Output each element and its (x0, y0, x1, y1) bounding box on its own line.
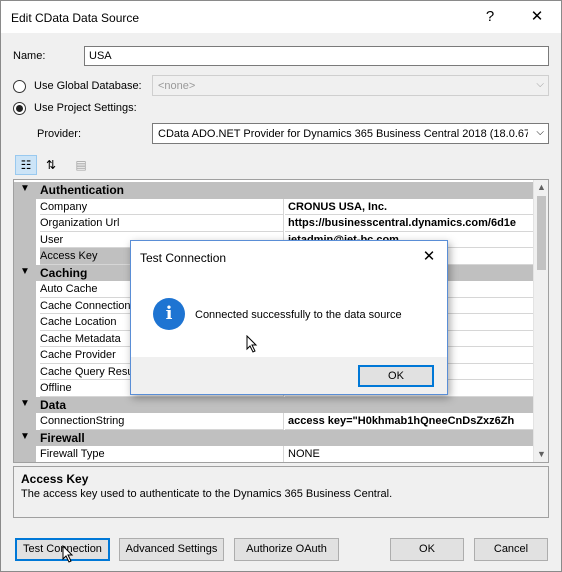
row-gutter (14, 248, 36, 265)
test-connection-dialog: Test Connection ✕ i Connected successful… (130, 240, 448, 395)
global-database-radio[interactable] (13, 80, 26, 93)
scroll-up-icon[interactable]: ▲ (534, 180, 548, 195)
categorized-view-icon[interactable]: ☷ (15, 155, 37, 175)
row-gutter (14, 446, 36, 462)
grid-category-row[interactable]: ▼ Data (14, 396, 534, 413)
collapse-toggle-icon[interactable]: ▼ (20, 398, 30, 409)
collapse-toggle-icon[interactable]: ▼ (20, 183, 30, 194)
authorize-oauth-button[interactable]: Authorize OAuth (234, 538, 339, 561)
grid-category-row[interactable]: ▼ Firewall (14, 429, 534, 446)
global-database-select: <none> ⌵ (152, 75, 549, 96)
property-value[interactable]: https://businesscentral.dynamics.com/6d1… (285, 215, 535, 232)
name-input[interactable]: USA (84, 46, 549, 66)
category-name: Data (40, 397, 67, 412)
close-icon[interactable]: ✕ (519, 5, 555, 29)
property-name[interactable]: Company (40, 198, 284, 215)
info-icon: i (153, 298, 185, 330)
grid-property-row[interactable]: ConnectionString access key="H0khmab1hQne… (14, 413, 535, 430)
grid-property-row[interactable]: Organization Url https://businesscentral.… (14, 215, 535, 232)
close-icon[interactable]: ✕ (417, 246, 441, 268)
description-title: Access Key (21, 472, 89, 486)
cancel-button[interactable]: Cancel (474, 538, 548, 561)
row-gutter (14, 281, 36, 298)
modal-ok-button[interactable]: OK (358, 365, 434, 387)
row-gutter (14, 198, 36, 215)
property-name[interactable]: ConnectionString (40, 413, 284, 430)
modal-message: Connected successfully to the data sourc… (195, 309, 402, 321)
property-description-panel: Access Key The access key used to authen… (13, 466, 549, 518)
mouse-pointer-icon (62, 545, 74, 563)
property-value[interactable]: CRONUS USA, Inc. (285, 199, 535, 215)
mouse-pointer-icon (246, 335, 258, 353)
advanced-settings-button[interactable]: Advanced Settings (119, 538, 224, 561)
row-gutter (14, 363, 36, 380)
alphabetical-sort-icon[interactable]: ⇅ (40, 155, 62, 175)
description-text: The access key used to authenticate to t… (21, 488, 393, 500)
collapse-toggle-icon[interactable]: ▼ (20, 266, 30, 277)
global-database-value: <none> (158, 80, 196, 92)
row-gutter (14, 314, 36, 331)
chevron-down-icon: ⌵ (536, 127, 544, 138)
row-gutter (14, 347, 36, 364)
property-grid-scrollbar[interactable]: ▲ ▼ (533, 180, 548, 462)
help-icon[interactable]: ? (472, 5, 508, 29)
row-gutter (14, 330, 36, 347)
property-name[interactable]: Firewall Type (40, 446, 284, 462)
project-settings-radio[interactable] (13, 102, 26, 115)
property-name[interactable]: Organization Url (40, 215, 284, 232)
title-bar: Edit CData Data Source ? ✕ (1, 1, 561, 33)
collapse-toggle-icon[interactable]: ▼ (20, 431, 30, 442)
row-gutter (14, 413, 36, 430)
modal-body: i Connected successfully to the data sou… (131, 273, 447, 357)
grid-property-row[interactable]: Firewall Type NONE (14, 446, 535, 462)
provider-value: CData ADO.NET Provider for Dynamics 365 … (158, 128, 528, 140)
property-value[interactable]: NONE (285, 446, 535, 462)
property-value[interactable]: access key="H0khmab1hQneeCnDsZxz6Zh (285, 413, 535, 430)
name-label: Name: (13, 50, 46, 62)
global-database-label: Use Global Database: (34, 80, 142, 92)
property-pages-icon: ▤ (75, 158, 87, 172)
category-name: Caching (40, 265, 88, 280)
provider-select[interactable]: CData ADO.NET Provider for Dynamics 365 … (152, 123, 549, 144)
category-name: Firewall (40, 430, 85, 445)
grid-property-row[interactable]: Company CRONUS USA, Inc. (14, 198, 535, 215)
row-gutter (14, 215, 36, 232)
row-gutter (14, 297, 36, 314)
grid-category-row[interactable]: ▼ Authentication (14, 182, 534, 199)
modal-title-bar: Test Connection ✕ (131, 241, 447, 273)
scroll-thumb[interactable] (537, 196, 546, 270)
ok-button[interactable]: OK (390, 538, 464, 561)
category-name: Authentication (40, 183, 124, 197)
scroll-down-icon[interactable]: ▼ (534, 447, 548, 462)
row-gutter (14, 380, 36, 397)
window-title: Edit CData Data Source (11, 11, 140, 25)
provider-label: Provider: (37, 128, 82, 140)
project-settings-label: Use Project Settings: (34, 102, 137, 114)
modal-title: Test Connection (140, 251, 227, 265)
chevron-down-icon: ⌵ (536, 79, 544, 90)
row-gutter (14, 231, 36, 248)
